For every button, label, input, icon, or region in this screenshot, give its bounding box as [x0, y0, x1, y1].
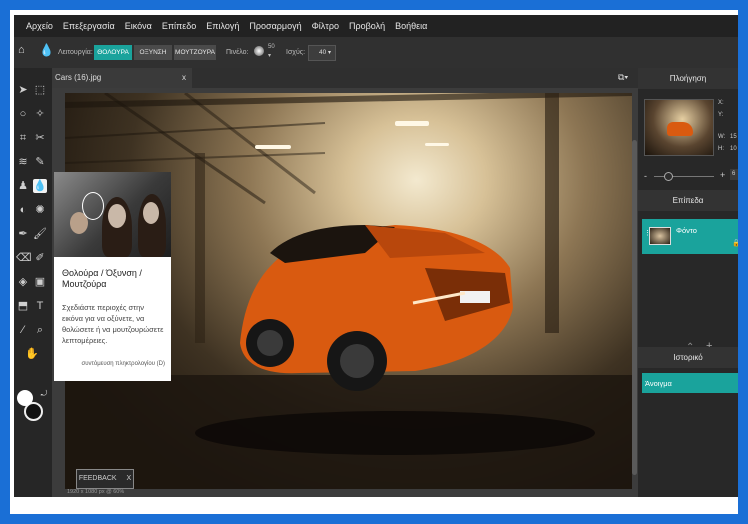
zoom-in-icon[interactable]: +: [720, 170, 725, 180]
zoom-slider-handle[interactable]: [664, 172, 673, 181]
feedback-button[interactable]: FEEDBACK X: [76, 469, 134, 489]
liquify-tool-icon[interactable]: ≋: [16, 155, 30, 169]
tab-close-icon[interactable]: x: [182, 73, 186, 82]
menu-filter[interactable]: Φίλτρο: [312, 21, 339, 31]
brush-cursor-icon: [82, 192, 104, 220]
window-arrange-icon[interactable]: ⧉▾: [618, 72, 628, 83]
status-text: 1920 x 1080 px @ 60%: [67, 489, 125, 495]
paint-bucket-icon[interactable]: ◈: [16, 275, 30, 289]
tools-panel: ➤ ⬚ ○ ✧ ⌗ ✂ ≋ ✎ ♟ 💧 ◐ ✺ ✒ 🖌 ⌫ ✐ ◈ ▣ ⬒ T …: [14, 68, 52, 497]
document-tab[interactable]: Cars (16).jpg x: [52, 68, 192, 88]
tooltip-description: Σχεδιάστε περιοχές στην εικόνα για να οξ…: [62, 303, 164, 345]
foreground-color-swatch[interactable]: [17, 390, 33, 406]
document-tab-bar: Cars (16).jpg x ⧉▾: [52, 68, 638, 88]
navigator-title: Πλοήγηση: [638, 68, 738, 89]
drop-tool-icon: 💧: [39, 43, 54, 57]
options-bar: ⌂ 💧 Λειτουργία: ΘΟΛΟΥΡΑ ΟΞΥΝΣΗ ΜΟΥΤΖΟΥΡΑ…: [14, 37, 738, 68]
menu-image[interactable]: Εικόνα: [125, 21, 152, 31]
layer-name: Φόντο: [676, 226, 697, 235]
menu-layer[interactable]: Επίπεδο: [162, 21, 196, 31]
feedback-label: FEEDBACK: [78, 475, 117, 482]
brush-dropdown-icon[interactable]: ▾: [268, 52, 271, 59]
tooltip-shortcut: συντόμευση πληκτρολογίου (D): [81, 361, 166, 367]
pen-tool-icon[interactable]: ✒: [16, 227, 30, 241]
history-title: Ιστορικό: [638, 347, 738, 368]
menu-bar: Αρχείο Επεξεργασία Εικόνα Επίπεδο Επιλογ…: [14, 15, 738, 37]
zoom-tool-icon[interactable]: ⌕: [33, 323, 47, 337]
person-face: [108, 204, 126, 228]
brush-size-value: 50: [268, 44, 275, 50]
menu-edit[interactable]: Επεξεργασία: [63, 21, 115, 31]
zoom-input[interactable]: 6: [730, 169, 738, 180]
right-panel: Πλοήγηση X: Y: W: 15 H: 10 - + 6 Επίπεδα…: [638, 68, 738, 497]
zoom-out-icon[interactable]: -: [644, 171, 647, 181]
pencil-icon[interactable]: ✎: [33, 155, 47, 169]
tab-title: Cars (16).jpg: [55, 73, 102, 82]
color-replace-icon[interactable]: ✐: [33, 251, 47, 265]
layer-item[interactable]: ⋮ Φόντο 🔒: [642, 219, 738, 254]
menu-adjust[interactable]: Προσαρμογή: [249, 21, 301, 31]
history-item[interactable]: Άνοιγμα: [642, 373, 738, 393]
strength-value: 40: [319, 49, 327, 56]
hand-tool-icon[interactable]: ✋: [25, 347, 39, 361]
scissors-icon[interactable]: ✂: [33, 131, 47, 145]
mode-sharpen-button[interactable]: ΟΞΥΝΣΗ: [134, 45, 172, 60]
shape-tool-icon[interactable]: ⬒: [16, 299, 30, 313]
zoom-slider-track[interactable]: [654, 176, 714, 177]
blur-tool-icon[interactable]: 💧: [33, 179, 47, 193]
mode-blur-button[interactable]: ΘΟΛΟΥΡΑ: [94, 45, 132, 60]
brush-tool-icon[interactable]: 🖌: [33, 227, 47, 241]
nav-x-label: X:: [718, 100, 724, 106]
tooltip-image: [54, 172, 171, 257]
crop-tool-icon[interactable]: ⌗: [16, 131, 30, 145]
layers-title: Επίπεδα: [638, 190, 738, 211]
nav-y-label: Y:: [718, 112, 724, 118]
menu-select[interactable]: Επιλογή: [206, 21, 239, 31]
eraser-icon[interactable]: ⌫: [16, 251, 32, 265]
text-tool-icon[interactable]: T: [33, 299, 47, 313]
strength-label: Ισχύς:: [286, 49, 306, 56]
nav-h-label: H:: [718, 146, 724, 152]
home-icon[interactable]: ⌂: [18, 44, 25, 56]
menu-view[interactable]: Προβολή: [349, 21, 385, 31]
mode-label: Λειτουργία:: [58, 49, 93, 56]
menu-file[interactable]: Αρχείο: [26, 21, 53, 31]
photo-editor-app: Αρχείο Επεξεργασία Εικόνα Επίπεδο Επιλογ…: [14, 15, 738, 497]
dodge-tool-icon[interactable]: ◐: [16, 203, 30, 217]
navigator-thumbnail[interactable]: [644, 99, 714, 156]
marquee-tool-icon[interactable]: ⬚: [33, 83, 47, 97]
vertical-scrollbar[interactable]: [632, 140, 637, 475]
tool-tooltip: Θολούρα / Όξυνση / Μουτζούρα Σχεδιάστε π…: [54, 172, 171, 381]
nav-w-label: W:: [718, 134, 726, 140]
layer-thumbnail: [649, 227, 671, 245]
car-thumbnail-graphic: [667, 122, 693, 136]
stamp-tool-icon[interactable]: ♟: [16, 179, 30, 193]
feedback-close-icon[interactable]: X: [127, 475, 132, 482]
strength-select[interactable]: 40 ▾: [308, 45, 336, 61]
history-item-label: Άνοιγμα: [645, 379, 672, 388]
eyedropper-icon[interactable]: ⁄: [16, 323, 30, 337]
brush-label: Πινέλο:: [226, 49, 249, 56]
move-tool-icon[interactable]: ➤: [16, 83, 30, 97]
chevron-down-icon: ▾: [328, 50, 332, 56]
nav-h-value: 10: [730, 146, 737, 152]
gradient-tool-icon[interactable]: ▣: [33, 275, 47, 289]
nav-w-value: 15: [730, 134, 737, 140]
zoom-value: 6: [732, 171, 736, 177]
menu-help[interactable]: Βοήθεια: [395, 21, 427, 31]
brush-preview-icon[interactable]: [254, 46, 264, 56]
mode-smudge-button[interactable]: ΜΟΥΤΖΟΥΡΑ: [174, 45, 216, 60]
swap-colors-icon[interactable]: ⤾: [37, 387, 51, 401]
lasso-tool-icon[interactable]: ○: [16, 107, 30, 121]
person-face: [143, 202, 159, 224]
lock-icon: 🔒: [732, 240, 738, 247]
magic-wand-icon[interactable]: ✧: [33, 107, 47, 121]
tooltip-title: Θολούρα / Όξυνση / Μουτζούρα: [62, 268, 142, 289]
sponge-tool-icon[interactable]: ✺: [33, 203, 47, 217]
